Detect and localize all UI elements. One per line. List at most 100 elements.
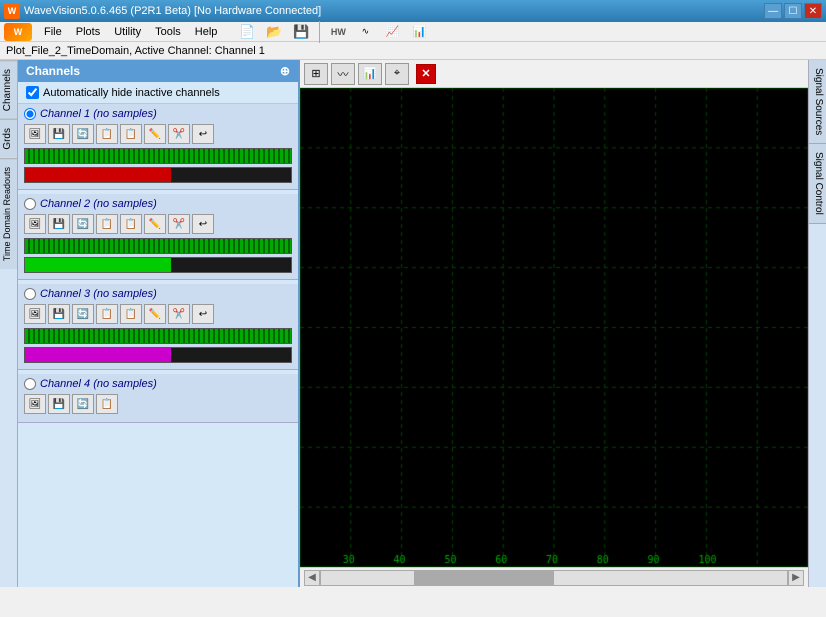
ch3-btn-4[interactable]: 📋 bbox=[96, 304, 118, 324]
window-title: WaveVision5.0.6.465 (P2R1 Beta) [No Hard… bbox=[24, 5, 321, 17]
channel-2-radio[interactable] bbox=[24, 198, 36, 210]
menu-utility[interactable]: Utility bbox=[108, 24, 147, 40]
ch2-color-bar bbox=[24, 257, 292, 273]
ch2-btn-5[interactable]: 📋 bbox=[120, 214, 142, 234]
ch3-progress-fill bbox=[25, 329, 291, 343]
channel-4-item: Channel 4 (no samples) 🖼 💾 🔄 📋 bbox=[18, 374, 298, 423]
app-logo: W bbox=[4, 23, 32, 41]
titlebar-left: W WaveVision5.0.6.465 (P2R1 Beta) [No Ha… bbox=[4, 3, 321, 19]
ch3-btn-2[interactable]: 💾 bbox=[48, 304, 70, 324]
grid-canvas bbox=[300, 88, 808, 567]
ch2-btn-4[interactable]: 📋 bbox=[96, 214, 118, 234]
toolbar-chart[interactable]: 📈 bbox=[380, 20, 404, 44]
channel-1-title: Channel 1 (no samples) bbox=[40, 108, 157, 120]
ch3-color-fill bbox=[25, 348, 171, 362]
ch1-btn-5[interactable]: 📋 bbox=[120, 124, 142, 144]
ch2-progress-fill bbox=[25, 239, 291, 253]
menu-plots[interactable]: Plots bbox=[70, 24, 106, 40]
channel-1-header: Channel 1 (no samples) bbox=[24, 108, 292, 120]
minimize-button[interactable]: — bbox=[764, 3, 782, 19]
plot-btn-4[interactable]: ⌖ bbox=[385, 63, 409, 85]
ch1-btn-2[interactable]: 💾 bbox=[48, 124, 70, 144]
ch2-btn-1[interactable]: 🖼 bbox=[24, 214, 46, 234]
close-button[interactable]: ✕ bbox=[804, 3, 822, 19]
ch3-btn-5[interactable]: 📋 bbox=[120, 304, 142, 324]
ch2-btn-3[interactable]: 🔄 bbox=[72, 214, 94, 234]
maximize-button[interactable]: ☐ bbox=[784, 3, 802, 19]
toolbar-save[interactable]: 💾 bbox=[289, 20, 313, 44]
toolbar-sep1 bbox=[319, 21, 320, 43]
titlebar-controls[interactable]: — ☐ ✕ bbox=[764, 3, 822, 19]
channel-3-header: Channel 3 (no samples) bbox=[24, 288, 292, 300]
channels-header: Channels ⊕ bbox=[18, 60, 298, 82]
hscroll-left[interactable]: ◀ bbox=[304, 570, 320, 586]
plot-canvas bbox=[300, 88, 808, 567]
sidebar-tab-channels[interactable]: Channels bbox=[0, 60, 17, 119]
channels-pin[interactable]: ⊕ bbox=[280, 64, 290, 78]
channel-4-radio[interactable] bbox=[24, 378, 36, 390]
toolbar-wave[interactable]: ∿ bbox=[353, 20, 377, 44]
auto-hide-checkbox[interactable] bbox=[26, 86, 39, 99]
ch4-btn-3[interactable]: 🔄 bbox=[72, 394, 94, 414]
ch2-btn-2[interactable]: 💾 bbox=[48, 214, 70, 234]
channel-2-toolbar: 🖼 💾 🔄 📋 📋 ✏️ ✂️ ↩ bbox=[24, 214, 292, 234]
ch2-progress-bar bbox=[24, 238, 292, 254]
sidebar-tab-grds[interactable]: Grds bbox=[0, 119, 17, 158]
ch1-btn-6[interactable]: ✏️ bbox=[144, 124, 166, 144]
ch3-btn-7[interactable]: ✂️ bbox=[168, 304, 190, 324]
plot-btn-1[interactable]: ⊞ bbox=[304, 63, 328, 85]
ch4-btn-1[interactable]: 🖼 bbox=[24, 394, 46, 414]
ch1-btn-1[interactable]: 🖼 bbox=[24, 124, 46, 144]
channel-4-header: Channel 4 (no samples) bbox=[24, 378, 292, 390]
ch1-btn-3[interactable]: 🔄 bbox=[72, 124, 94, 144]
ch4-btn-4[interactable]: 📋 bbox=[96, 394, 118, 414]
ch3-btn-6[interactable]: ✏️ bbox=[144, 304, 166, 324]
left-sidebar: Channels Grds Time Domain Readouts bbox=[0, 60, 18, 587]
main-layout: Channels Grds Time Domain Readouts Chann… bbox=[0, 60, 826, 587]
auto-hide-label: Automatically hide inactive channels bbox=[43, 87, 220, 99]
ch3-progress-bar bbox=[24, 328, 292, 344]
menu-help[interactable]: Help bbox=[189, 24, 224, 40]
channel-3-radio[interactable] bbox=[24, 288, 36, 300]
menu-tools[interactable]: Tools bbox=[149, 24, 187, 40]
ch4-btn-2[interactable]: 💾 bbox=[48, 394, 70, 414]
ch3-btn-1[interactable]: 🖼 bbox=[24, 304, 46, 324]
toolbar-hw[interactable]: HW bbox=[326, 20, 350, 44]
ch3-btn-3[interactable]: 🔄 bbox=[72, 304, 94, 324]
ch1-btn-8[interactable]: ↩ bbox=[192, 124, 214, 144]
sidebar-tab-signal-control[interactable]: Signal Control bbox=[809, 144, 826, 224]
menu-file[interactable]: File bbox=[38, 24, 68, 40]
ch3-color-bar bbox=[24, 347, 292, 363]
plot-close-button[interactable]: ✕ bbox=[416, 64, 436, 84]
channel-3-toolbar: 🖼 💾 🔄 📋 📋 ✏️ ✂️ ↩ bbox=[24, 304, 292, 324]
ch2-btn-7[interactable]: ✂️ bbox=[168, 214, 190, 234]
ch1-btn-7[interactable]: ✂️ bbox=[168, 124, 190, 144]
channel-1-radio[interactable] bbox=[24, 108, 36, 120]
active-channel-status: Plot_File_2_TimeDomain, Active Channel: … bbox=[6, 45, 265, 57]
ch2-color-fill bbox=[25, 258, 171, 272]
channel-3-title: Channel 3 (no samples) bbox=[40, 288, 157, 300]
right-sidebar: Signal Sources Signal Control bbox=[808, 60, 826, 587]
channel-2-header: Channel 2 (no samples) bbox=[24, 198, 292, 210]
auto-hide-row: Automatically hide inactive channels bbox=[18, 82, 298, 104]
hscroll-right[interactable]: ▶ bbox=[788, 570, 804, 586]
channel-4-toolbar: 🖼 💾 🔄 📋 bbox=[24, 394, 292, 414]
channel-1-item: Channel 1 (no samples) 🖼 💾 🔄 📋 📋 ✏️ ✂️ ↩ bbox=[18, 104, 298, 190]
plot-btn-3[interactable]: 📊 bbox=[358, 63, 382, 85]
hscroll-track[interactable] bbox=[320, 570, 788, 586]
plot-area: ⊞ 〰 📊 ⌖ ✕ ◀ ▶ bbox=[300, 60, 808, 587]
toolbar-open[interactable]: 📂 bbox=[262, 20, 286, 44]
plot-btn-2[interactable]: 〰 bbox=[331, 63, 355, 85]
ch2-btn-6[interactable]: ✏️ bbox=[144, 214, 166, 234]
toolbar-signal[interactable]: 📊 bbox=[407, 20, 431, 44]
sidebar-tab-timedomain[interactable]: Time Domain Readouts bbox=[0, 158, 17, 269]
toolbar-new[interactable]: 📄 bbox=[235, 20, 259, 44]
ch2-btn-8[interactable]: ↩ bbox=[192, 214, 214, 234]
sidebar-tab-signal-sources[interactable]: Signal Sources bbox=[809, 60, 826, 144]
ch3-btn-8[interactable]: ↩ bbox=[192, 304, 214, 324]
channel-2-item: Channel 2 (no samples) 🖼 💾 🔄 📋 📋 ✏️ ✂️ ↩ bbox=[18, 194, 298, 280]
ch1-progress-bar bbox=[24, 148, 292, 164]
channels-scroll[interactable]: Channel 1 (no samples) 🖼 💾 🔄 📋 📋 ✏️ ✂️ ↩ bbox=[18, 104, 298, 587]
ch1-progress-fill bbox=[25, 149, 291, 163]
ch1-btn-4[interactable]: 📋 bbox=[96, 124, 118, 144]
